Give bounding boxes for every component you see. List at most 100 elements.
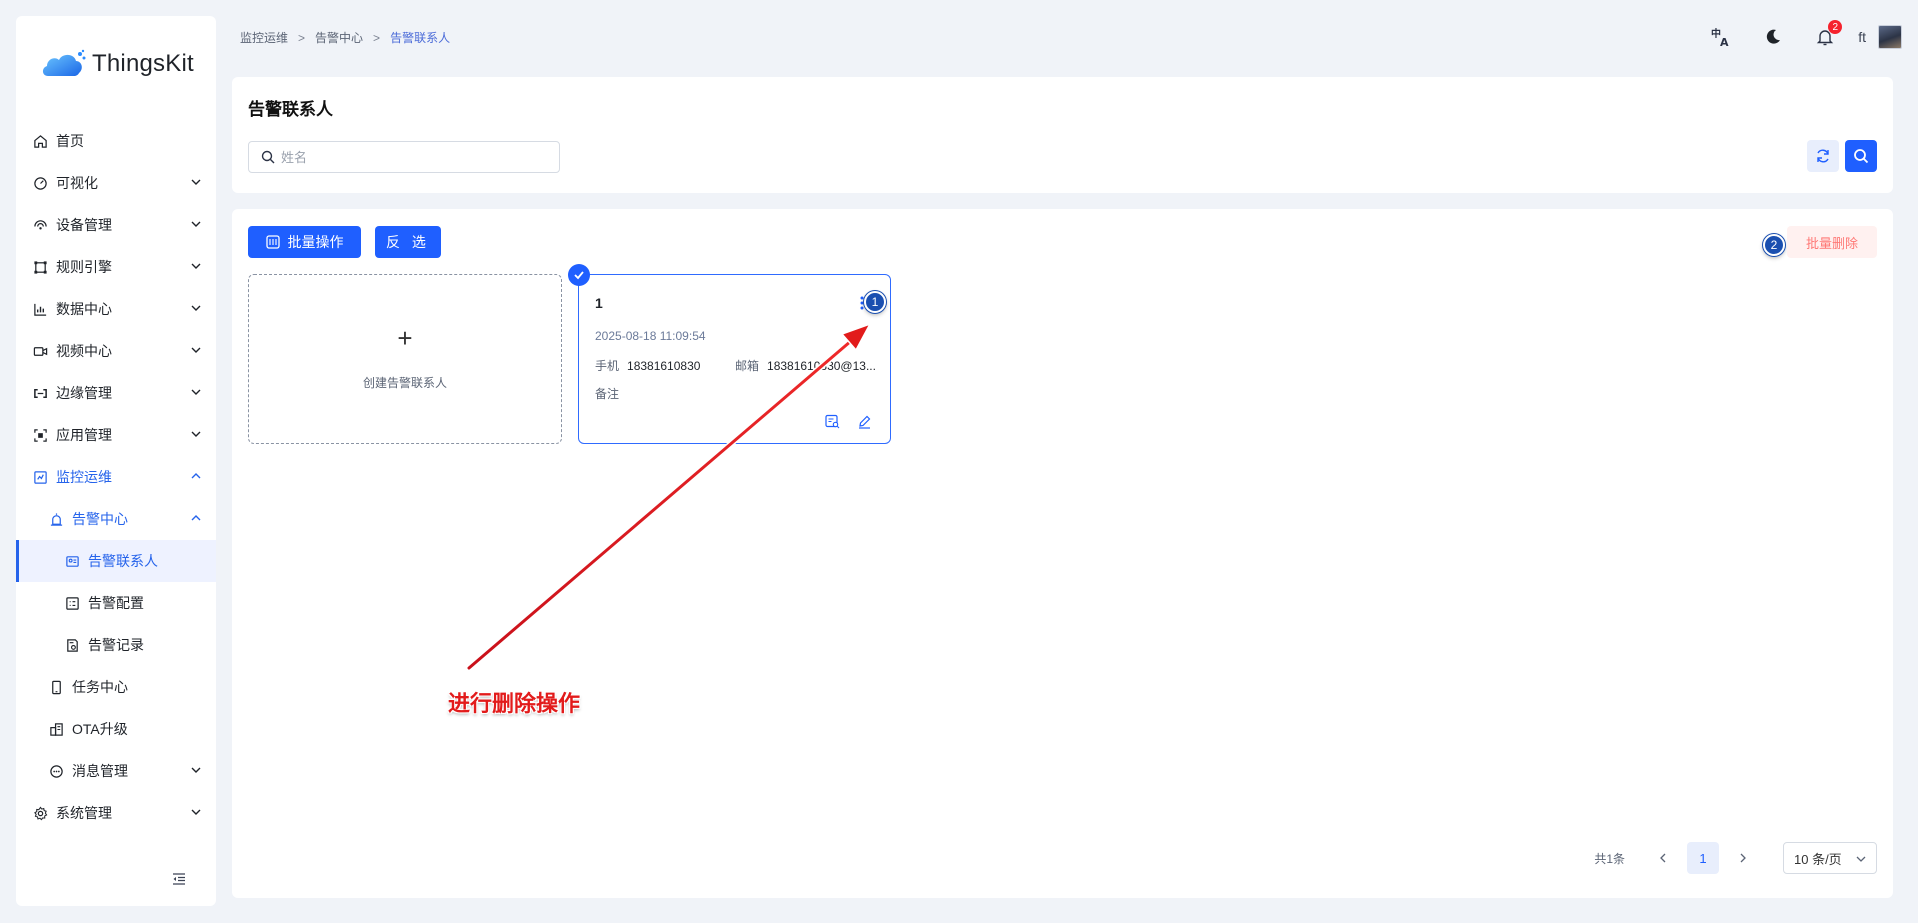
cloud-logo-icon: [40, 48, 86, 80]
sidebar-item-label: 应用管理: [56, 427, 112, 443]
video-icon: [32, 343, 48, 359]
reset-button[interactable]: [1807, 140, 1839, 172]
create-contact-label: 创建告警联系人: [362, 376, 447, 390]
email-value: 18381610830@13...: [767, 359, 876, 373]
chevron-down-icon: [191, 809, 201, 815]
sidebar-item-ota[interactable]: OTA升级: [16, 708, 216, 750]
sidebar-item-app-management[interactable]: 应用管理: [16, 414, 216, 456]
sidebar-item-label: 设备管理: [56, 217, 112, 233]
language-button[interactable]: 中A: [1708, 24, 1734, 50]
search-input[interactable]: [281, 149, 541, 165]
sidebar-item-alarm-contacts[interactable]: 告警联系人: [16, 540, 216, 582]
home-icon: [32, 133, 48, 149]
page-number-current[interactable]: 1: [1687, 842, 1719, 874]
chevron-down-icon: [191, 263, 201, 269]
sidebar-item-alarm-config[interactable]: 告警配置: [16, 582, 216, 624]
sidebar-item-message[interactable]: 消息管理: [16, 750, 216, 792]
search-panel: 告警联系人: [232, 77, 1893, 193]
avatar[interactable]: [1878, 25, 1902, 49]
chevron-down-icon: [1856, 856, 1866, 862]
invert-selection-label: 反 选: [386, 234, 430, 250]
chevron-down-icon: [191, 305, 201, 311]
header-actions: 中A 2 ft: [1682, 20, 1902, 50]
sidebar-item-label: 告警中心: [72, 511, 128, 527]
phone-icon: [48, 679, 64, 695]
sidebar-item-home[interactable]: 首页: [16, 120, 216, 162]
step-marker-1: 1: [864, 291, 886, 313]
edge-icon: [32, 385, 48, 401]
contact-phone: 手机 18381610830: [595, 357, 700, 374]
sidebar-item-task-center[interactable]: 任务中心: [16, 666, 216, 708]
svg-text:A: A: [1720, 36, 1729, 48]
chevron-left-icon: [1660, 853, 1666, 863]
name-search-box[interactable]: [248, 141, 560, 173]
sidebar-item-device[interactable]: 设备管理: [16, 204, 216, 246]
contact-created-time: 2025-08-18 11:09:54: [595, 329, 706, 343]
view-detail-icon[interactable]: [824, 413, 840, 429]
search-button[interactable]: [1845, 140, 1877, 172]
sidebar-item-monitoring[interactable]: 监控运维: [16, 456, 216, 498]
breadcrumb-item[interactable]: 监控运维: [240, 29, 288, 46]
sidebar-item-visualization[interactable]: 可视化: [16, 162, 216, 204]
page-size-select[interactable]: 10 条/页: [1783, 842, 1877, 874]
sidebar-item-edge[interactable]: 边缘管理: [16, 372, 216, 414]
sidebar-item-label: 边缘管理: [56, 385, 112, 401]
sidebar-item-label: 告警记录: [88, 637, 144, 653]
breadcrumb-separator-icon: >: [373, 30, 381, 45]
chevron-down-icon: [191, 221, 201, 227]
notifications-button[interactable]: 2: [1812, 20, 1843, 50]
pagination-total: 共1条: [1594, 851, 1625, 866]
sidebar-item-label: 数据中心: [56, 301, 112, 317]
batch-delete-label: 批量删除: [1805, 235, 1858, 251]
settings-icon: [32, 805, 48, 821]
sidebar-item-label: 监控运维: [56, 469, 112, 485]
dark-mode-toggle[interactable]: [1760, 24, 1786, 50]
chevron-up-icon: [191, 473, 201, 479]
logo-text: ThingsKit: [92, 50, 194, 77]
invert-selection-button[interactable]: 反 选: [375, 226, 441, 258]
ota-icon: [48, 721, 64, 737]
batch-delete-button[interactable]: 批量删除: [1787, 226, 1877, 258]
monitor-icon: [32, 469, 48, 485]
sidebar-item-label: 告警配置: [88, 595, 144, 611]
alarm-icon: [48, 511, 64, 527]
sidebar-item-system[interactable]: 系统管理: [16, 792, 216, 834]
contacts-panel: 批量操作 反 选 2 批量删除 + 创建告警联系人 1 1 2025-08-18…: [232, 209, 1893, 898]
sidebar-item-rule-engine[interactable]: 规则引擎: [16, 246, 216, 288]
sidebar-item-label: 告警联系人: [88, 553, 158, 569]
breadcrumb-current: 告警联系人: [390, 31, 451, 45]
selected-check-icon[interactable]: [568, 264, 590, 286]
dashboard-icon: [32, 175, 48, 191]
annotation-label: 进行删除操作: [448, 691, 581, 717]
create-contact-card[interactable]: + 创建告警联系人: [248, 274, 562, 444]
next-page-button[interactable]: [1731, 846, 1755, 870]
sidebar-item-label: 系统管理: [56, 805, 112, 821]
sidebar-item-label: 消息管理: [72, 763, 128, 779]
edit-icon[interactable]: [856, 413, 872, 429]
sidebar-item-alarm-center[interactable]: 告警中心: [16, 498, 216, 540]
prev-page-button[interactable]: [1651, 846, 1675, 870]
batch-operation-button[interactable]: 批量操作: [248, 226, 361, 258]
collapse-sidebar-button[interactable]: [168, 868, 190, 890]
sidebar-item-label: 视频中心: [56, 343, 112, 359]
page-title: 告警联系人: [248, 100, 333, 119]
app-icon: [32, 427, 48, 443]
message-icon: [48, 763, 64, 779]
sidebar-item-video-center[interactable]: 视频中心: [16, 330, 216, 372]
sidebar-item-alarm-records[interactable]: 告警记录: [16, 624, 216, 666]
chevron-down-icon: [191, 389, 201, 395]
sidebar-item-label: 规则引擎: [56, 259, 112, 275]
app-logo[interactable]: ThingsKit: [40, 46, 194, 82]
username[interactable]: ft: [1858, 29, 1866, 45]
chevron-down-icon: [191, 347, 201, 353]
translate-icon: 中A: [1711, 27, 1729, 48]
notification-badge: 2: [1828, 20, 1843, 34]
pagination: 共1条 1 10 条/页: [1594, 842, 1877, 874]
breadcrumb: 监控运维 > 告警中心 > 告警联系人: [240, 29, 450, 46]
sidebar-item-data-center[interactable]: 数据中心: [16, 288, 216, 330]
chevron-up-icon: [191, 515, 201, 521]
contact-name: 1: [595, 295, 603, 311]
breadcrumb-item[interactable]: 告警中心: [315, 29, 363, 46]
contact-card[interactable]: 1 1 2025-08-18 11:09:54 手机 18381610830 邮箱…: [568, 264, 891, 444]
contact-icon: [64, 553, 80, 569]
